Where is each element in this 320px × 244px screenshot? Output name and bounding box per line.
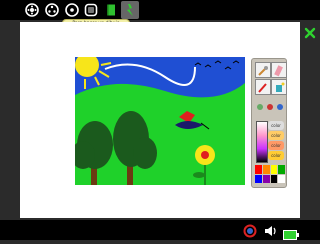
swatch-label[interactable]: color: [268, 151, 284, 160]
speaker-icon[interactable]: [263, 223, 277, 242]
network-icon[interactable]: [243, 223, 257, 242]
pencil-icon: [258, 83, 267, 93]
frame-icon[interactable]: [83, 2, 99, 18]
color-brightness-slider[interactable]: [256, 121, 268, 163]
green-book-icon[interactable]: [103, 2, 119, 18]
close-x-icon[interactable]: [304, 24, 316, 43]
tool-palette: color color color color: [251, 58, 287, 188]
color-swatch-red[interactable]: [255, 165, 262, 174]
color-swatch-orange[interactable]: [262, 165, 270, 174]
eraser-icon: [274, 65, 283, 77]
color-swatch-green[interactable]: [278, 165, 285, 174]
bucket-tool-button[interactable]: [271, 79, 287, 95]
settings-gear-icon[interactable]: [24, 2, 40, 18]
battery-icon[interactable]: [283, 225, 299, 244]
swatch-label[interactable]: color: [268, 131, 284, 140]
painting-activity-icon: [127, 4, 133, 16]
pencil-tool-button[interactable]: [255, 79, 271, 95]
color-swatch-purple[interactable]: [262, 174, 270, 183]
color-swatch-yellow[interactable]: [270, 165, 278, 174]
brush-tool-button[interactable]: [255, 62, 271, 78]
color-swatch-blue[interactable]: [255, 174, 262, 183]
swatch-label[interactable]: color: [268, 141, 284, 150]
bottom-status-bar: [0, 220, 320, 240]
journal-circle-icon[interactable]: [64, 2, 80, 18]
activity-circle-icon[interactable]: [44, 2, 60, 18]
top-toolbar: Para hacer un dibujo: [0, 0, 320, 27]
painting-activity-button[interactable]: [121, 1, 139, 19]
color-swatch-black[interactable]: [270, 174, 278, 183]
drawing-area[interactable]: [75, 57, 245, 185]
color-swatches: [255, 165, 285, 183]
brush-size-column: color color color color: [268, 121, 284, 161]
color-swatch-white[interactable]: [278, 174, 285, 183]
shape-tools-row: [255, 99, 285, 113]
bucket-icon: [276, 82, 285, 92]
brush-icon: [258, 66, 268, 76]
eraser-tool-button[interactable]: [271, 62, 287, 78]
swatch-label[interactable]: color: [268, 121, 284, 130]
